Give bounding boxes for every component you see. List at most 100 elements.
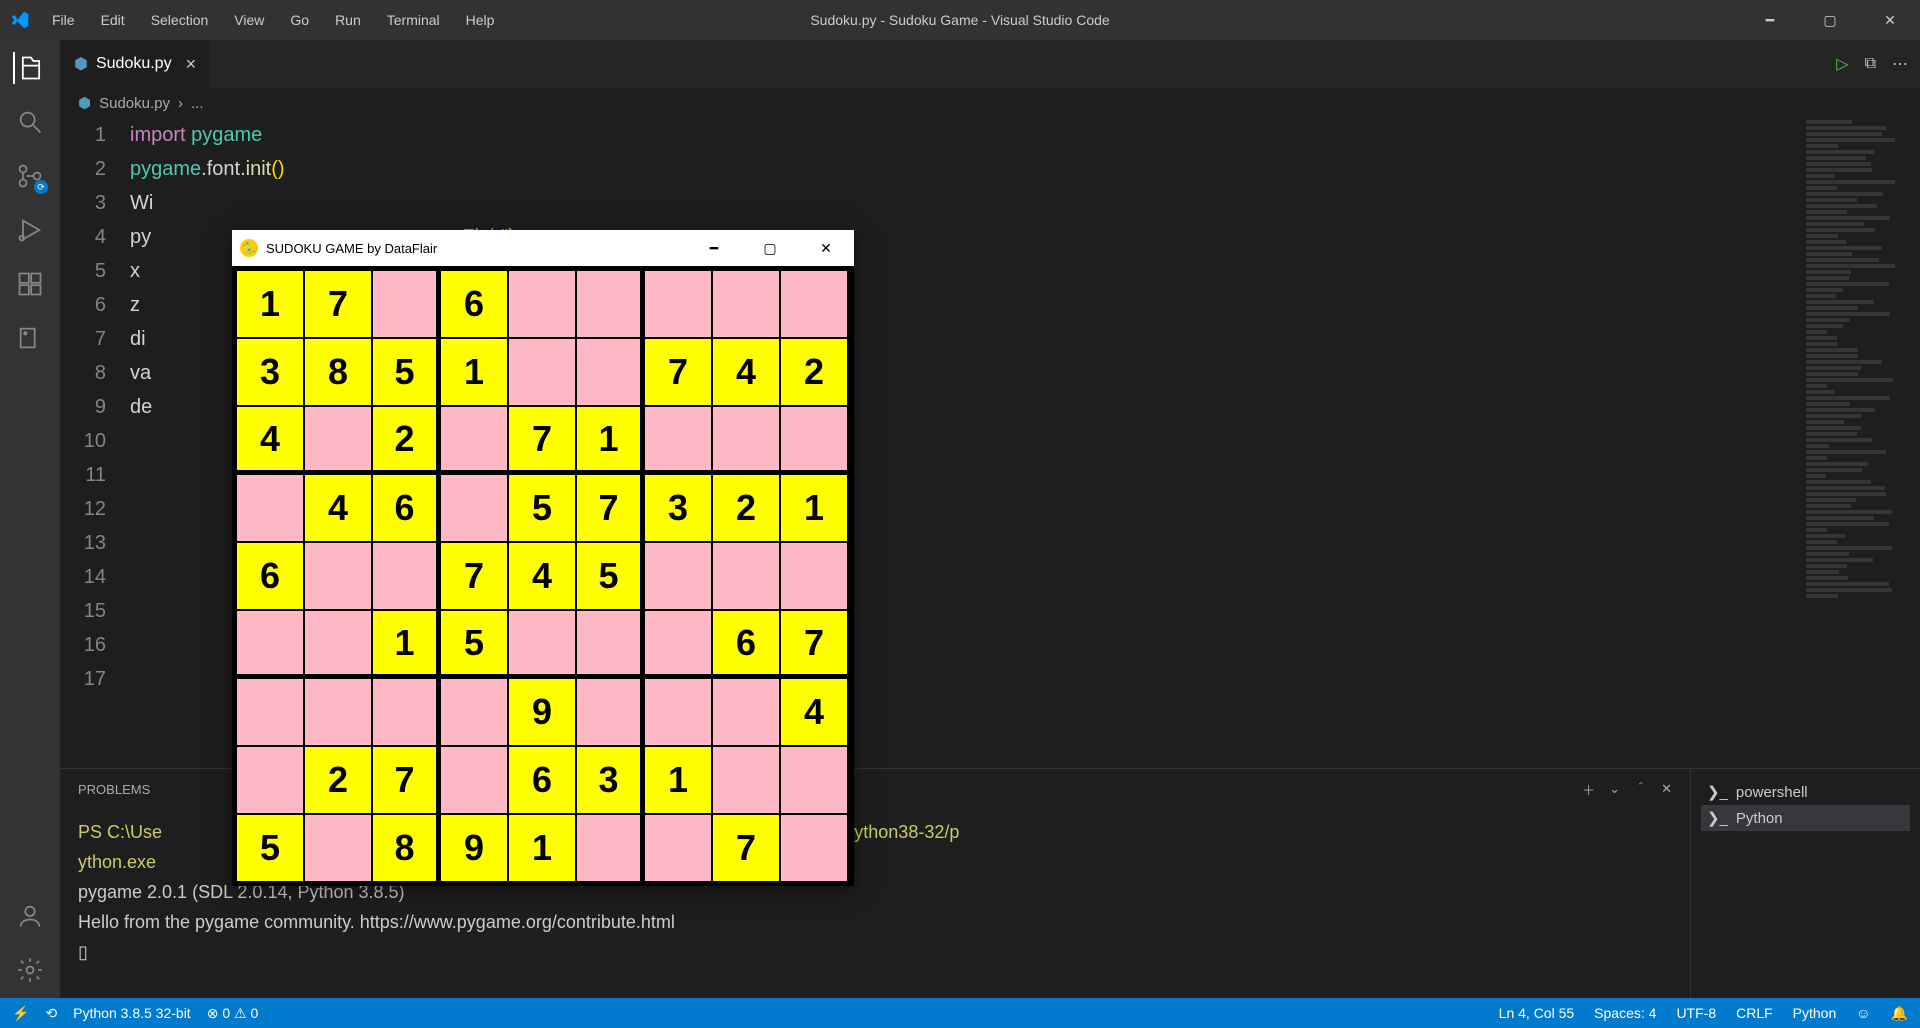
settings-gear-icon[interactable] — [14, 954, 46, 986]
sudoku-cell[interactable] — [304, 610, 372, 678]
sudoku-cell[interactable] — [236, 678, 304, 746]
sudoku-cell[interactable]: 1 — [508, 814, 576, 882]
sudoku-cell[interactable]: 7 — [712, 814, 780, 882]
close-tab-icon[interactable]: × — [186, 54, 197, 75]
sudoku-cell[interactable]: 7 — [440, 542, 508, 610]
sudoku-cell[interactable] — [780, 270, 848, 338]
sudoku-cell[interactable]: 2 — [712, 474, 780, 542]
sudoku-cell[interactable] — [644, 542, 712, 610]
sudoku-cell[interactable] — [576, 338, 644, 406]
eol[interactable]: CRLF — [1736, 1005, 1773, 1021]
sudoku-cell[interactable]: 8 — [304, 338, 372, 406]
sudoku-cell[interactable] — [712, 542, 780, 610]
sudoku-cell[interactable]: 5 — [236, 814, 304, 882]
sudoku-cell[interactable] — [712, 678, 780, 746]
problems-status[interactable]: ⊗ 0 ⚠ 0 — [207, 1005, 259, 1022]
terminal-dropdown-icon[interactable]: ⌄ — [1609, 781, 1620, 797]
feedback-icon[interactable]: ☺ — [1856, 1005, 1870, 1021]
sudoku-cell[interactable] — [780, 746, 848, 814]
accounts-icon[interactable] — [14, 900, 46, 932]
close-button[interactable]: ✕ — [1860, 0, 1920, 40]
menu-selection[interactable]: Selection — [139, 6, 221, 34]
pygame-minimize-button[interactable]: ━ — [686, 230, 742, 266]
notifications-icon[interactable]: 🔔 — [1891, 1005, 1908, 1022]
sudoku-cell[interactable]: 6 — [372, 474, 440, 542]
pygame-maximize-button[interactable]: ▢ — [742, 230, 798, 266]
sudoku-cell[interactable] — [236, 746, 304, 814]
encoding[interactable]: UTF-8 — [1676, 1005, 1716, 1021]
sudoku-cell[interactable] — [576, 814, 644, 882]
minimize-button[interactable]: ━ — [1740, 0, 1800, 40]
minimap[interactable] — [1800, 118, 1920, 768]
sudoku-cell[interactable] — [236, 610, 304, 678]
sudoku-cell[interactable] — [644, 406, 712, 474]
sudoku-cell[interactable]: 1 — [644, 746, 712, 814]
sudoku-cell[interactable] — [576, 610, 644, 678]
breadcrumb[interactable]: ⬢ Sudoku.py › ... — [60, 88, 1920, 118]
sudoku-cell[interactable] — [576, 678, 644, 746]
sudoku-cell[interactable]: 9 — [508, 678, 576, 746]
editor-tab[interactable]: ⬢ Sudoku.py × — [60, 40, 210, 88]
language-mode[interactable]: Python — [1793, 1005, 1837, 1021]
sudoku-cell[interactable]: 5 — [372, 338, 440, 406]
sudoku-cell[interactable] — [780, 542, 848, 610]
sudoku-cell[interactable] — [780, 814, 848, 882]
menu-run[interactable]: Run — [323, 6, 373, 34]
explorer-icon[interactable] — [13, 52, 45, 84]
sudoku-cell[interactable]: 3 — [576, 746, 644, 814]
pygame-close-button[interactable]: ✕ — [798, 230, 854, 266]
python-interpreter[interactable]: Python 3.8.5 32-bit — [73, 1005, 191, 1021]
more-actions-icon[interactable]: ⋯ — [1892, 54, 1908, 74]
sudoku-cell[interactable] — [440, 406, 508, 474]
remote-indicator-icon[interactable]: ⚡ — [12, 1005, 29, 1022]
panel-tab-problems[interactable]: PROBLEMS — [78, 782, 150, 797]
maximize-panel-icon[interactable]: ＾ — [1634, 780, 1647, 799]
sudoku-cell[interactable]: 7 — [576, 474, 644, 542]
sudoku-cell[interactable] — [644, 678, 712, 746]
sudoku-cell[interactable]: 1 — [372, 610, 440, 678]
run-file-icon[interactable]: ▷ — [1836, 54, 1848, 74]
sudoku-cell[interactable]: 5 — [508, 474, 576, 542]
sudoku-cell[interactable] — [508, 270, 576, 338]
terminal-shell-powershell[interactable]: ❯_powershell — [1701, 779, 1910, 805]
sudoku-cell[interactable] — [304, 542, 372, 610]
sudoku-cell[interactable] — [644, 610, 712, 678]
sudoku-cell[interactable] — [440, 678, 508, 746]
sudoku-cell[interactable] — [372, 542, 440, 610]
sudoku-cell[interactable] — [576, 270, 644, 338]
cursor-position[interactable]: Ln 4, Col 55 — [1499, 1005, 1575, 1021]
maximize-button[interactable]: ▢ — [1800, 0, 1860, 40]
sudoku-cell[interactable]: 1 — [236, 270, 304, 338]
sudoku-cell[interactable]: 5 — [440, 610, 508, 678]
sudoku-cell[interactable]: 6 — [712, 610, 780, 678]
sudoku-cell[interactable]: 4 — [508, 542, 576, 610]
sudoku-cell[interactable]: 2 — [372, 406, 440, 474]
sudoku-cell[interactable]: 6 — [508, 746, 576, 814]
sudoku-cell[interactable] — [644, 814, 712, 882]
sudoku-cell[interactable]: 4 — [780, 678, 848, 746]
source-control-icon[interactable]: ⟳ — [14, 160, 46, 192]
extensions-icon[interactable] — [14, 268, 46, 300]
sudoku-cell[interactable] — [508, 610, 576, 678]
terminal-shell-python[interactable]: ❯_Python — [1701, 805, 1910, 831]
sudoku-cell[interactable]: 1 — [440, 338, 508, 406]
sudoku-cell[interactable] — [372, 270, 440, 338]
new-terminal-icon[interactable]: ＋ — [1582, 780, 1595, 799]
sudoku-cell[interactable] — [304, 406, 372, 474]
remote-icon[interactable] — [14, 322, 46, 354]
sudoku-cell[interactable]: 7 — [644, 338, 712, 406]
menu-edit[interactable]: Edit — [89, 6, 137, 34]
sudoku-cell[interactable] — [780, 406, 848, 474]
run-debug-icon[interactable] — [14, 214, 46, 246]
sudoku-cell[interactable]: 1 — [780, 474, 848, 542]
sudoku-cell[interactable] — [304, 814, 372, 882]
sudoku-cell[interactable]: 9 — [440, 814, 508, 882]
menu-view[interactable]: View — [222, 6, 276, 34]
sudoku-cell[interactable]: 7 — [304, 270, 372, 338]
sudoku-cell[interactable]: 2 — [304, 746, 372, 814]
sudoku-cell[interactable] — [644, 270, 712, 338]
sudoku-cell[interactable] — [712, 746, 780, 814]
sudoku-cell[interactable] — [440, 746, 508, 814]
indentation[interactable]: Spaces: 4 — [1594, 1005, 1656, 1021]
sudoku-board[interactable]: 1763851742427146573216745156794276315891… — [232, 266, 854, 886]
